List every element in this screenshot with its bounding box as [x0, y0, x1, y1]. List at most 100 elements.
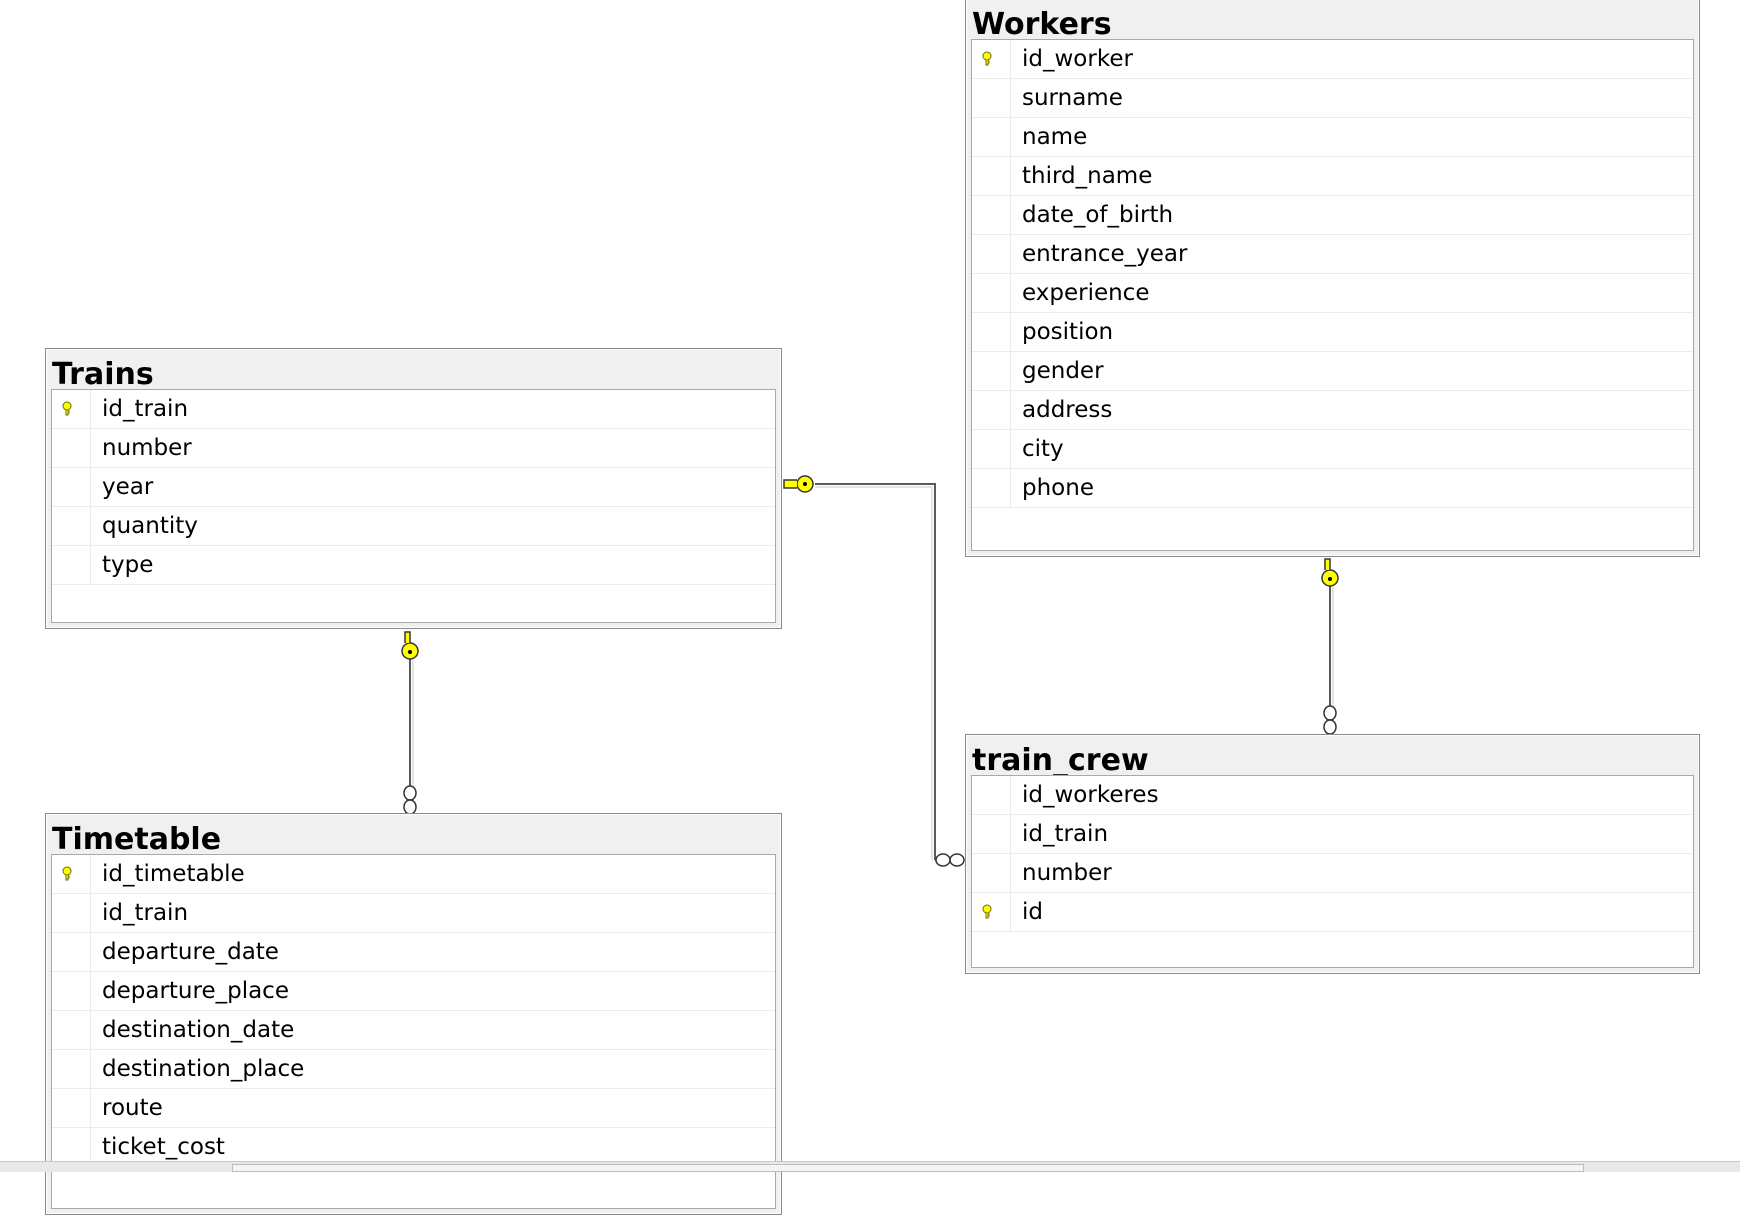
infinity-icon — [1323, 705, 1337, 735]
row-selector[interactable] — [972, 815, 1011, 853]
column-row[interactable]: id_workeres — [972, 776, 1693, 815]
column-row[interactable]: phone — [972, 469, 1693, 508]
column-row[interactable]: id_train — [972, 815, 1693, 854]
column-name: id_train — [102, 900, 189, 926]
table-timetable[interactable]: Timetable id_timetable id_train departure_… — [45, 813, 782, 1215]
column-row[interactable]: address — [972, 391, 1693, 430]
row-selector[interactable] — [52, 429, 91, 467]
column-row[interactable]: id_train — [52, 390, 775, 429]
column-name: number — [102, 435, 192, 461]
row-selector[interactable] — [972, 469, 1011, 507]
row-selector[interactable] — [972, 391, 1011, 429]
column-name: type — [102, 552, 154, 578]
column-name: ticket_cost — [102, 1134, 225, 1160]
row-selector[interactable] — [972, 40, 1011, 78]
row-selector[interactable] — [972, 79, 1011, 117]
column-row[interactable]: type — [52, 546, 775, 585]
column-row[interactable]: destination_place — [52, 1050, 775, 1089]
column-row[interactable]: number — [972, 854, 1693, 893]
row-selector[interactable] — [972, 313, 1011, 351]
column-row[interactable]: position — [972, 313, 1693, 352]
column-row[interactable]: id — [972, 893, 1693, 932]
column-name: id_worker — [1022, 46, 1133, 72]
row-selector[interactable] — [52, 468, 91, 506]
column-name: route — [102, 1095, 163, 1121]
key-icon — [62, 401, 72, 416]
row-selector[interactable] — [972, 118, 1011, 156]
key-icon — [783, 475, 814, 493]
key-icon — [62, 866, 72, 881]
column-name: departure_date — [102, 939, 279, 965]
column-name: phone — [1022, 475, 1094, 501]
column-name: id — [1022, 899, 1043, 925]
table-workers[interactable]: Workers id_workersurname name third_nameda… — [965, 0, 1700, 557]
column-name: gender — [1022, 358, 1104, 384]
column-name: third_name — [1022, 163, 1153, 189]
column-name: destination_place — [102, 1056, 305, 1082]
row-selector[interactable] — [52, 507, 91, 545]
column-row[interactable]: quantity — [52, 507, 775, 546]
row-selector[interactable] — [972, 776, 1011, 814]
column-grid: id_workersurname name third_name date_of_bi… — [971, 39, 1694, 551]
table-title: Workers — [972, 7, 1112, 42]
column-row[interactable]: destination_date — [52, 1011, 775, 1050]
row-selector[interactable] — [52, 1089, 91, 1127]
column-name: id_workeres — [1022, 782, 1159, 808]
column-row[interactable]: departure_place — [52, 972, 775, 1011]
column-row[interactable]: departure_date — [52, 933, 775, 972]
key-icon — [982, 51, 992, 66]
row-selector[interactable] — [52, 894, 91, 932]
column-row[interactable]: entrance_year — [972, 235, 1693, 274]
row-selector[interactable] — [52, 855, 91, 893]
row-selector[interactable] — [972, 430, 1011, 468]
column-row[interactable]: route — [52, 1089, 775, 1128]
row-selector[interactable] — [972, 235, 1011, 273]
row-selector[interactable] — [972, 893, 1011, 931]
table-trains[interactable]: Trains id_train number year quantity type — [45, 348, 782, 629]
column-name: experience — [1022, 280, 1150, 306]
row-selector[interactable] — [972, 352, 1011, 390]
relationship-trains-timetable[interactable] — [401, 631, 419, 815]
column-row[interactable]: id_worker — [972, 40, 1693, 79]
key-icon — [401, 631, 419, 660]
column-name: name — [1022, 124, 1088, 150]
column-row[interactable]: id_train — [52, 894, 775, 933]
row-selector[interactable] — [52, 972, 91, 1010]
column-row[interactable]: date_of_birth — [972, 196, 1693, 235]
row-selector[interactable] — [972, 274, 1011, 312]
column-name: position — [1022, 319, 1114, 345]
row-selector[interactable] — [972, 196, 1011, 234]
column-grid: id_timetable id_train departure_datedepart… — [51, 854, 776, 1209]
column-row[interactable]: city — [972, 430, 1693, 469]
row-selector[interactable] — [52, 1011, 91, 1049]
row-selector[interactable] — [52, 1050, 91, 1088]
row-selector[interactable] — [972, 157, 1011, 195]
column-row[interactable]: experience — [972, 274, 1693, 313]
relationship-workers-train-crew[interactable] — [1321, 558, 1339, 735]
column-row[interactable]: third_name — [972, 157, 1693, 196]
column-name: id_train — [1022, 821, 1109, 847]
table-train-crew[interactable]: train_crew id_workeres id_train number id — [965, 734, 1700, 974]
table-title: Timetable — [52, 822, 222, 857]
column-row[interactable]: name — [972, 118, 1693, 157]
key-icon — [982, 904, 992, 919]
key-icon — [1321, 558, 1339, 587]
column-name: number — [1022, 860, 1112, 886]
column-name: year — [102, 474, 154, 500]
row-selector[interactable] — [52, 546, 91, 584]
row-selector[interactable] — [972, 854, 1011, 892]
column-name: departure_place — [102, 978, 289, 1004]
infinity-icon — [935, 853, 965, 867]
column-row[interactable]: year — [52, 468, 775, 507]
column-row[interactable]: id_timetable — [52, 855, 775, 894]
row-selector[interactable] — [52, 933, 91, 971]
column-name: destination_date — [102, 1017, 295, 1043]
column-name: entrance_year — [1022, 241, 1188, 267]
column-row[interactable]: gender — [972, 352, 1693, 391]
column-row[interactable]: surname — [972, 79, 1693, 118]
row-selector[interactable] — [52, 390, 91, 428]
relationship-trains-train-crew[interactable] — [783, 475, 965, 867]
horizontal-scrollbar[interactable] — [0, 1161, 1740, 1172]
infinity-icon — [403, 785, 417, 815]
column-row[interactable]: number — [52, 429, 775, 468]
